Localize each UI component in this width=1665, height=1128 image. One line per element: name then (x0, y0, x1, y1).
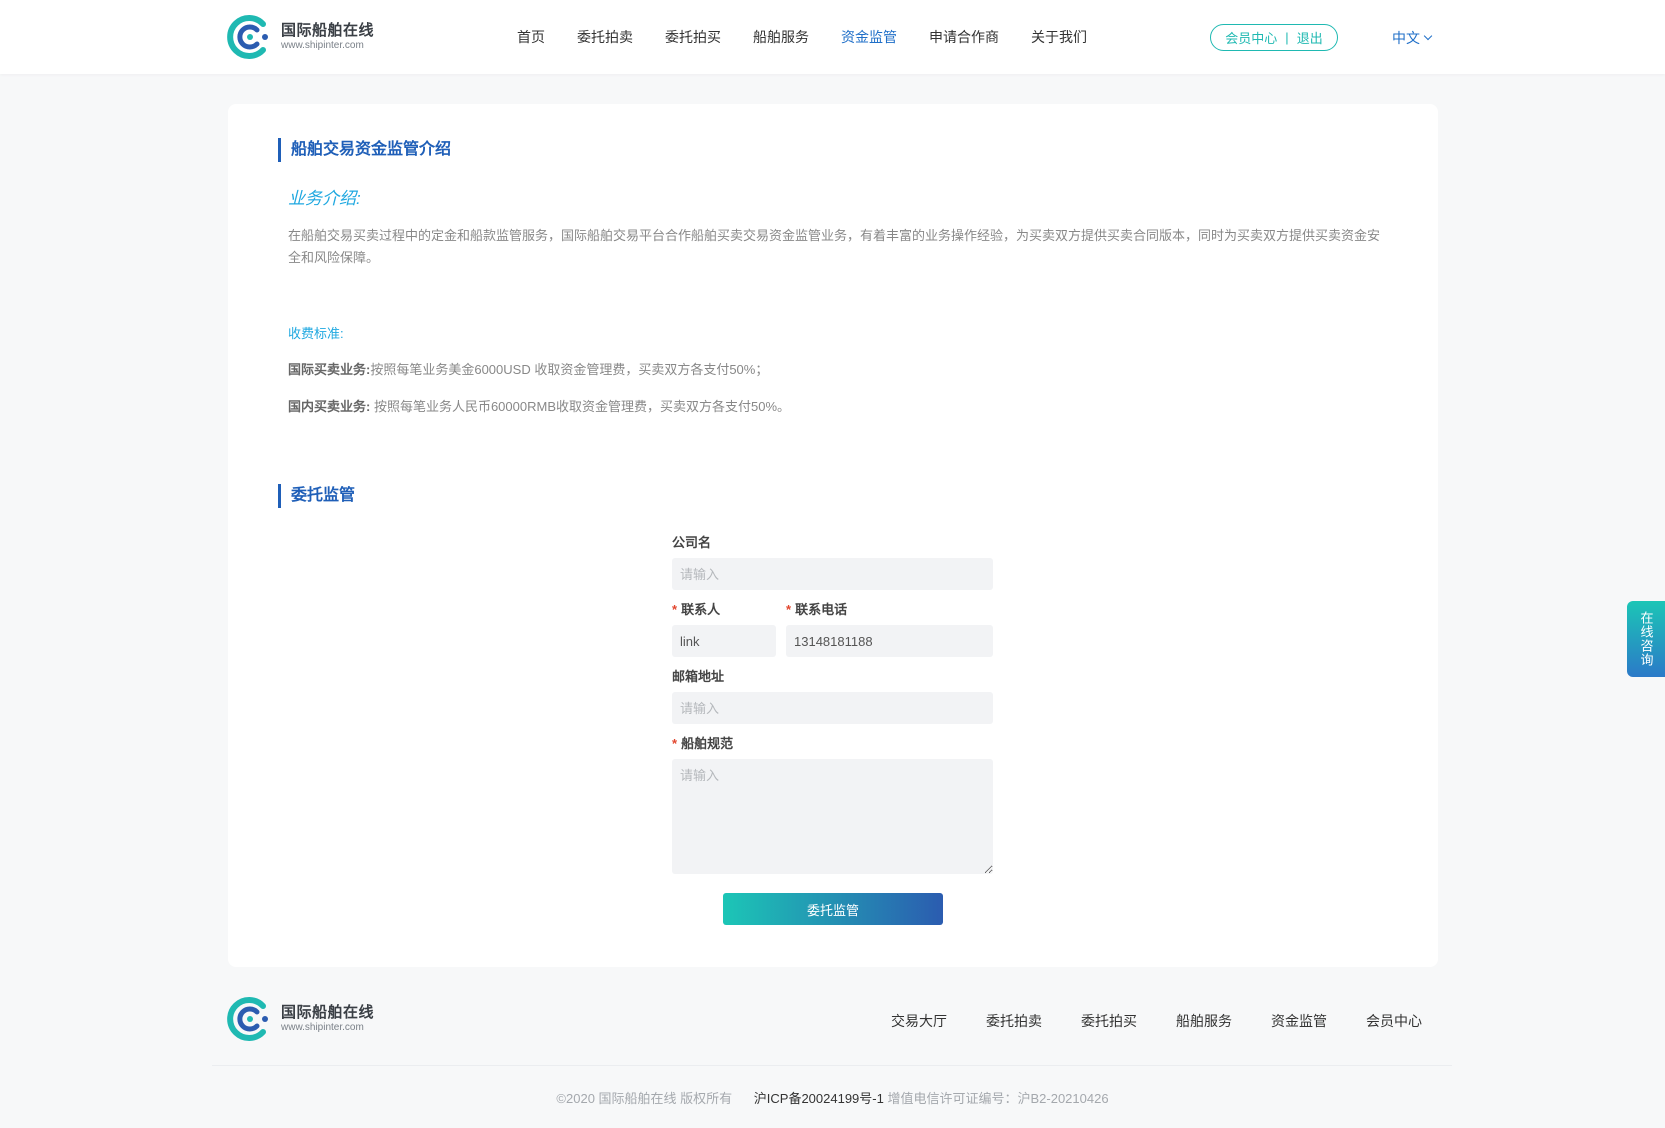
form-section-title: 委托监管 (278, 484, 355, 508)
submit-supervision-button[interactable]: 委托监管 (723, 893, 943, 925)
logo-icon (227, 996, 273, 1042)
fee-label-domestic: 国内买卖业务: (288, 399, 371, 414)
intro-heading: 业务介绍: (288, 189, 361, 208)
language-selector[interactable]: 中文 (1392, 28, 1433, 48)
top-header: 国际船舶在线 www.shipinter.com 首页 委托拍卖 委托拍买 船舶… (0, 0, 1665, 74)
spec-label: 船舶规范 (681, 736, 734, 751)
fee-text-domestic: 按照每笔业务人民币60000RMB收取资金管理费，买卖双方各支付50%。 (370, 399, 791, 414)
company-input[interactable] (672, 558, 993, 590)
logout-link[interactable]: 退出 (1297, 28, 1323, 47)
required-mark: * (672, 736, 678, 751)
fee-row-international: 国际买卖业务:按照每笔业务美金6000USD 收取资金管理费，买卖双方各支付50… (288, 359, 768, 378)
nav-home[interactable]: 首页 (517, 27, 545, 47)
phone-label: 联系电话 (795, 602, 848, 617)
nav-about-us[interactable]: 关于我们 (1031, 27, 1087, 47)
nav-fund-supervision[interactable]: 资金监管 (841, 27, 897, 47)
content-card: 船舶交易资金监管介绍 业务介绍: 在船舶交易买卖过程中的定金和船款监管服务，国际… (228, 104, 1438, 967)
email-input[interactable] (672, 692, 993, 724)
nav-apply-partner[interactable]: 申请合作商 (929, 27, 999, 47)
logo-name: 国际船舶在线 (281, 22, 375, 39)
fee-label: 收费标准: (288, 326, 344, 341)
fee-text-international: 按照每笔业务美金6000USD 收取资金管理费，买卖双方各支付50%； (370, 362, 769, 377)
license-text: 增值电信许可证编号：沪B2-20210426 (887, 1091, 1109, 1106)
footer-divider (212, 1065, 1452, 1066)
company-label: 公司名 (672, 535, 712, 550)
fee-label-international: 国际买卖业务: (288, 362, 371, 377)
phone-label-wrap: * 联系电话 (786, 601, 993, 619)
contact-input[interactable] (672, 625, 776, 657)
language-label: 中文 (1392, 30, 1420, 46)
required-mark: * (672, 602, 678, 617)
intro-section-title: 船舶交易资金监管介绍 (278, 138, 451, 162)
online-consult-tab[interactable]: 在线咨询 (1627, 601, 1665, 677)
copyright-bar: ©2020 国际船舶在线 版权所有 沪ICP备20024199号-1 增值电信许… (0, 1088, 1665, 1107)
footer-nav-member-center[interactable]: 会员中心 (1366, 1011, 1422, 1031)
main-nav: 首页 委托拍卖 委托拍买 船舶服务 资金监管 申请合作商 关于我们 (517, 0, 1119, 74)
required-mark: * (786, 602, 792, 617)
spec-label-wrap: * 船舶规范 (672, 735, 993, 753)
intro-text: 在船舶交易买卖过程中的定金和船款监管服务，国际船舶交易平台合作船舶买卖交易资金监… (288, 228, 1381, 265)
ship-spec-textarea[interactable] (672, 759, 993, 874)
footer-logo-name: 国际船舶在线 (281, 1004, 375, 1021)
fee-row-domestic: 国内买卖业务: 按照每笔业务人民币60000RMB收取资金管理费，买卖双方各支付… (288, 396, 790, 415)
nav-consign-sell[interactable]: 委托拍卖 (577, 27, 633, 47)
supervision-form: 公司名 *联系人 *联系电话 邮箱地址 *船舶规范 (672, 534, 993, 874)
member-center-link[interactable]: 会员中心 (1225, 28, 1277, 47)
phone-input[interactable] (786, 625, 993, 657)
footer-nav-fund-supervision[interactable]: 资金监管 (1271, 1011, 1327, 1031)
logo-icon (227, 14, 273, 60)
footer-nav-ship-services[interactable]: 船舶服务 (1176, 1011, 1232, 1031)
contact-label: 联系人 (681, 602, 721, 617)
logo-url: www.shipinter.com (281, 40, 364, 51)
footer-logo-url: www.shipinter.com (281, 1022, 364, 1033)
contact-label-wrap: * 联系人 (672, 601, 776, 619)
chevron-down-icon (1423, 31, 1433, 41)
member-box: 会员中心 | 退出 (1210, 24, 1338, 51)
footer-nav-trading-hall[interactable]: 交易大厅 (891, 1011, 947, 1031)
nav-consign-buy[interactable]: 委托拍买 (665, 27, 721, 47)
footer-nav: 交易大厅 委托拍卖 委托拍买 船舶服务 资金监管 会员中心 (891, 1011, 1422, 1031)
footer-nav-consign-sell[interactable]: 委托拍卖 (986, 1011, 1042, 1031)
footer-logo[interactable]: 国际船舶在线 www.shipinter.com (227, 996, 374, 1042)
footer-nav-consign-buy[interactable]: 委托拍买 (1081, 1011, 1137, 1031)
header-logo[interactable]: 国际船舶在线 www.shipinter.com (227, 14, 374, 60)
copyright-text: ©2020 国际船舶在线 版权所有 (556, 1091, 733, 1106)
nav-ship-services[interactable]: 船舶服务 (753, 27, 809, 47)
member-separator: | (1285, 30, 1289, 45)
icp-link[interactable]: 沪ICP备20024199号-1 (754, 1091, 884, 1106)
email-label: 邮箱地址 (672, 669, 725, 684)
online-consult-label: 在线咨询 (1638, 611, 1654, 667)
